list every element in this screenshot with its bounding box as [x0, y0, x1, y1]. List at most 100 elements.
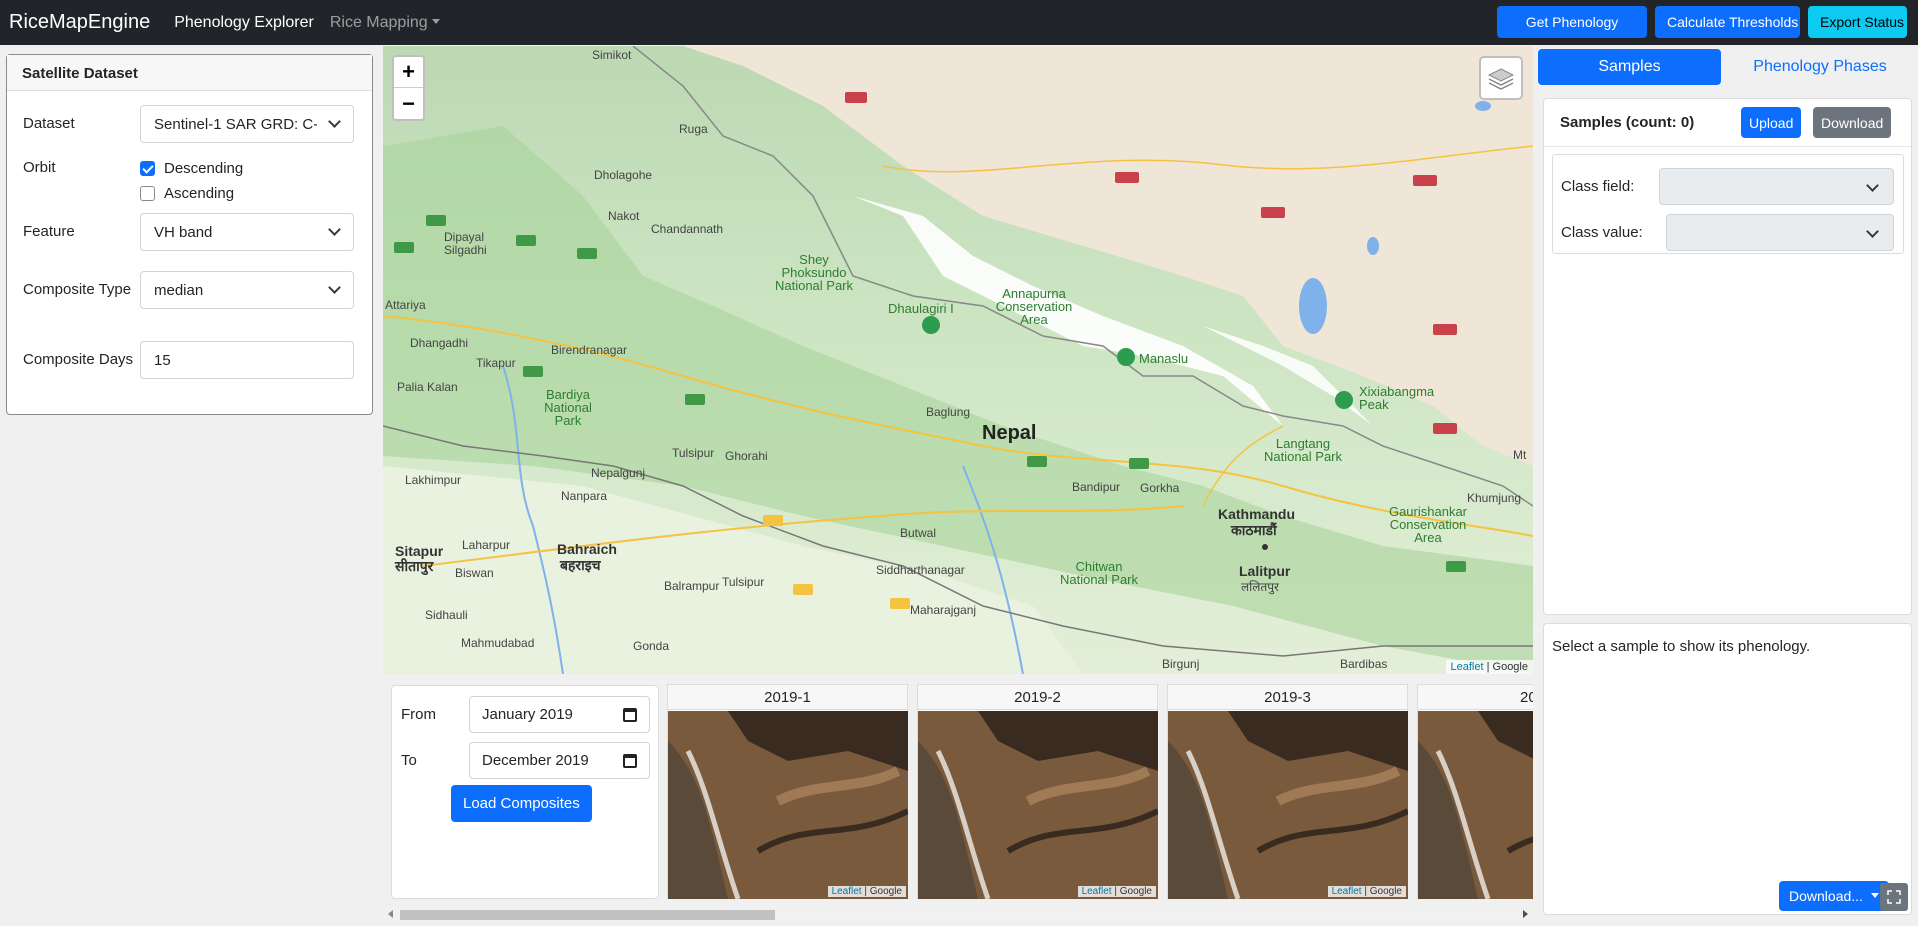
map-label-lalitpur: Lalitpur — [1239, 563, 1291, 579]
date-range-card: From January 2019 To December 2019 Load … — [391, 685, 659, 899]
composite-image[interactable]: Leaflet | Google — [918, 711, 1158, 899]
from-month-input[interactable]: January 2019 — [469, 696, 650, 733]
nav-phenology-explorer[interactable]: Phenology Explorer — [174, 14, 314, 32]
class-value-row: Class value: — [1561, 214, 1894, 251]
map-label-bardibas: Bardibas — [1340, 657, 1388, 671]
layers-button[interactable] — [1479, 56, 1523, 100]
leaflet-link[interactable]: Leaflet — [1082, 886, 1112, 897]
expand-icon — [1887, 890, 1901, 904]
class-filter-box: Class field: Class value: — [1552, 154, 1904, 254]
composite-thumbnail[interactable]: 2019-2 Leaflet | Google — [917, 684, 1158, 899]
fullscreen-button[interactable] — [1880, 883, 1908, 911]
map[interactable]: Nepal Kathmandu काठमाडौं Lalitpur ललितपु… — [383, 46, 1533, 674]
upload-button[interactable]: Upload — [1741, 107, 1802, 138]
horizontal-scrollbar[interactable] — [383, 906, 1533, 923]
chevron-down-icon — [1866, 225, 1879, 238]
map-label-sidhauli: Sidhauli — [425, 608, 468, 622]
map-label-balrampur: Balrampur — [664, 579, 720, 593]
map-label-palia: Palia Kalan — [397, 380, 458, 394]
zoom-in-button[interactable]: + — [394, 57, 423, 88]
orbit-ascending-checkbox[interactable]: Ascending — [140, 185, 243, 202]
feature-row: Feature VH band — [23, 213, 363, 251]
composite-image[interactable] — [1418, 711, 1533, 899]
map-label-dhaulagiri: Dhaulagiri I — [888, 301, 954, 316]
map-label-butwal: Butwal — [900, 526, 937, 540]
class-field-row: Class field: — [1561, 168, 1894, 205]
calendar-icon — [623, 754, 637, 768]
map-label-tulsipur-2: Tulsipur — [722, 575, 765, 589]
map-label-sitapur: Sitapur — [395, 543, 444, 559]
tab-samples[interactable]: Samples — [1538, 49, 1721, 85]
feature-select[interactable]: VH band — [140, 213, 354, 251]
nav-rice-mapping-dropdown[interactable]: Rice Mapping — [330, 14, 440, 32]
class-field-select[interactable] — [1659, 168, 1894, 205]
download-samples-button[interactable]: Download — [1813, 107, 1892, 138]
dataset-select[interactable]: Sentinel-1 SAR GRD: C- — [140, 105, 354, 143]
scroll-left-icon[interactable] — [388, 910, 393, 918]
map-label-khumjung: Khumjung — [1467, 491, 1522, 505]
map-label-tikapur: Tikapur — [476, 356, 516, 370]
zoom-out-button[interactable]: − — [394, 88, 423, 119]
satellite-image — [1168, 711, 1408, 899]
class-value-select[interactable] — [1666, 214, 1894, 251]
composite-days-input[interactable]: 15 — [140, 341, 354, 379]
map-label-bardiya: Bardiya National Park — [544, 387, 592, 428]
leaflet-link[interactable]: Leaflet — [1451, 661, 1484, 673]
map-label-laharpur: Laharpur — [462, 538, 511, 552]
attribution-separator: | — [1483, 661, 1493, 673]
map-label-shey: Shey Phoksundo National Park — [774, 252, 854, 293]
map-label-simikot: Simikot — [592, 48, 632, 62]
map-label-kathmandu: Kathmandu — [1218, 506, 1295, 522]
map-label-sitapur-dev: सीतापुर — [395, 558, 434, 574]
scrollbar-thumb[interactable] — [400, 910, 775, 920]
download-dropdown-button[interactable]: Download... — [1779, 881, 1889, 911]
map-label-annapurna: Annapurna Conservation Area — [995, 286, 1073, 327]
map-label-kathmandu-dev: काठमाडौं — [1231, 522, 1277, 538]
get-phenology-button[interactable]: Get Phenology — [1497, 6, 1647, 38]
map-label-nepalgunj: Nepalgunj — [591, 466, 646, 480]
map-label-chandannath: Chandannath — [651, 222, 724, 236]
orbit-row: Orbit Descending Ascending — [23, 156, 363, 202]
export-status-button[interactable]: Export Status — [1808, 6, 1907, 38]
composite-image[interactable]: Leaflet | Google — [1168, 711, 1408, 899]
feature-value: VH band — [154, 223, 213, 241]
layers-icon — [1487, 68, 1515, 90]
composite-type-select[interactable]: median — [140, 271, 354, 309]
phenology-card: Select a sample to show its phenology. — [1543, 623, 1912, 915]
leaflet-link[interactable]: Leaflet — [832, 886, 862, 897]
load-composites-button[interactable]: Load Composites — [451, 785, 592, 822]
samples-card: Samples (count: 0) Upload Download Class… — [1543, 98, 1912, 615]
map-label-nakot: Nakot — [608, 209, 640, 223]
composite-title: 2019-4 — [1418, 685, 1533, 710]
phenology-message: Select a sample to show its phenology. — [1552, 638, 1811, 655]
scroll-right-icon[interactable] — [1523, 910, 1528, 918]
composite-thumbnail[interactable]: 2019-3 Leaflet | Google — [1167, 684, 1408, 899]
from-row: From January 2019 — [401, 696, 650, 733]
orbit-descending-checkbox[interactable]: Descending — [140, 160, 243, 177]
satellite-image — [668, 711, 908, 899]
leaflet-link[interactable]: Leaflet — [1332, 886, 1362, 897]
right-panel-tabs: Samples Phenology Phases — [1537, 49, 1917, 86]
map-label-nanpara: Nanpara — [561, 489, 608, 503]
map-attribution: Leaflet | Google — [1445, 660, 1533, 674]
chevron-down-icon — [328, 115, 341, 128]
composite-image[interactable]: Leaflet | Google — [668, 711, 908, 899]
map-label-lakhimpur: Lakhimpur — [405, 473, 462, 487]
composite-thumbnail[interactable]: 2019-4 — [1417, 684, 1533, 899]
zoom-control: + − — [392, 55, 425, 121]
map-label-bandipur: Bandipur — [1072, 480, 1121, 494]
calculate-thresholds-button[interactable]: Calculate Thresholds — [1655, 6, 1800, 38]
composite-title: 2019-1 — [668, 685, 907, 710]
map-label-xixiabangma: Xixiabangma Peak — [1359, 384, 1435, 412]
composite-thumbnail[interactable]: 2019-1 Leaflet | Google — [667, 684, 908, 899]
tab-phenology-phases[interactable]: Phenology Phases — [1725, 49, 1915, 85]
composites-strip: 2019-1 Leaflet | Google 2019-2 Leaflet |… — [667, 684, 1533, 899]
map-label-siddharthanagar: Siddharthanagar — [876, 563, 965, 577]
map-label-manaslu: Manaslu — [1139, 351, 1189, 366]
map-label-mahmudabad: Mahmudabad — [461, 636, 535, 650]
to-month-input[interactable]: December 2019 — [469, 742, 650, 779]
brand-logo[interactable]: RiceMapEngine — [9, 11, 150, 34]
map-label-baglung: Baglung — [926, 405, 971, 419]
composite-title: 2019-3 — [1168, 685, 1407, 710]
composite-days-label: Composite Days — [23, 351, 134, 368]
